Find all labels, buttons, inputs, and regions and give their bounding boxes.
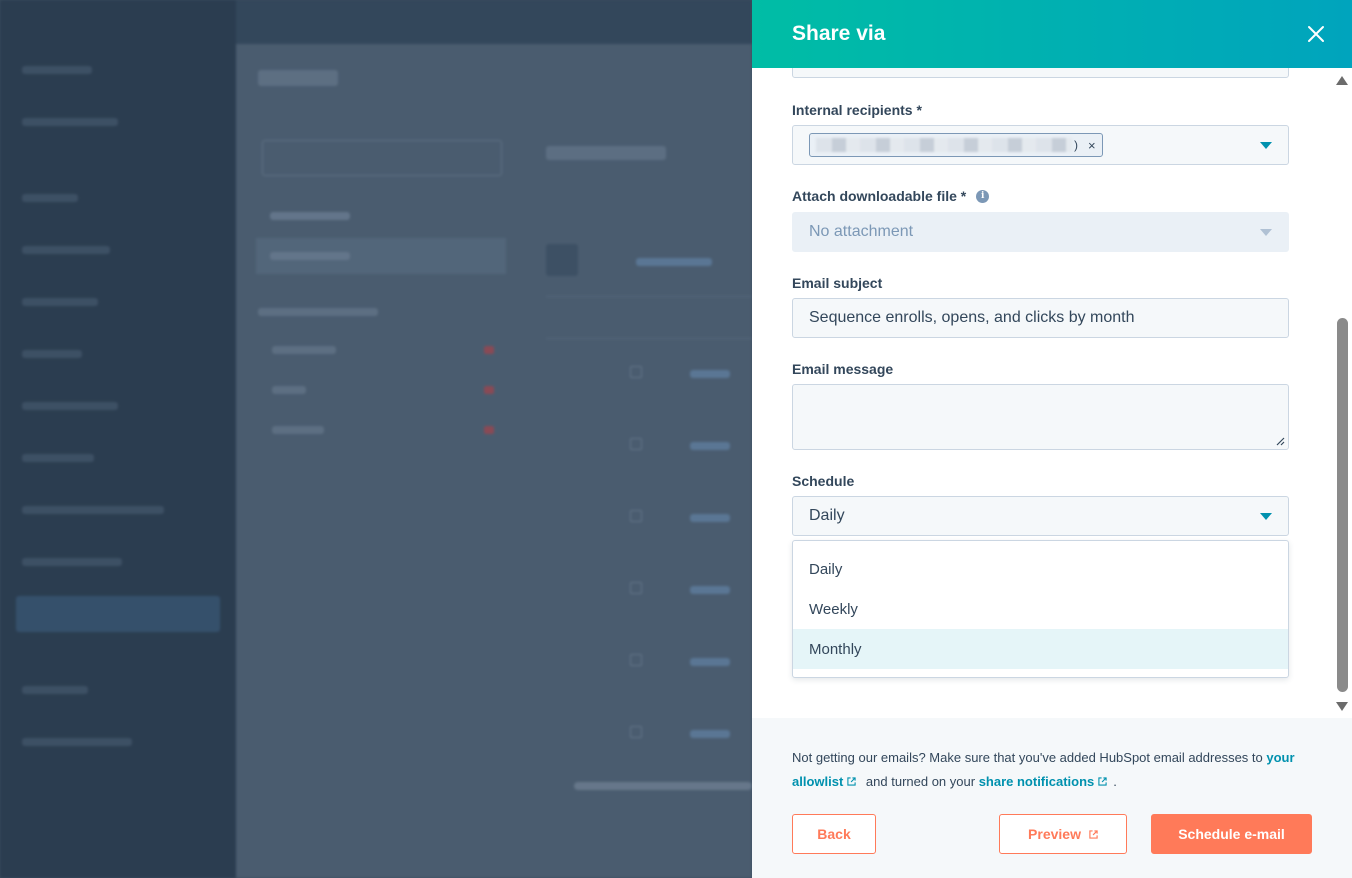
chevron-down-icon [1260, 142, 1272, 149]
panel-title: Share via [792, 22, 886, 45]
recipient-tag: ) × [809, 133, 1103, 157]
back-button[interactable]: Back [792, 814, 876, 854]
schedule-email-button[interactable]: Schedule e-mail [1151, 814, 1312, 854]
recipient-tag-redacted [816, 138, 1072, 152]
panel-scrollbar[interactable] [1336, 70, 1348, 716]
panel-body: Internal recipients * ) × Attach downloa… [752, 68, 1352, 718]
share-panel: Share via Internal recipients * ) × Atta… [752, 0, 1352, 878]
close-icon [1308, 26, 1324, 42]
schedule-option-monthly[interactable]: Monthly [793, 629, 1288, 669]
share-notifications-link[interactable]: share notifications [979, 774, 1114, 789]
schedule-option-daily[interactable]: Daily [793, 549, 1288, 589]
schedule-label: Schedule [792, 473, 855, 489]
email-message-label: Email message [792, 361, 894, 377]
internal-recipients-label: Internal recipients * [792, 102, 922, 118]
partial-field-above[interactable] [792, 68, 1289, 78]
email-subject-input[interactable]: Sequence enrolls, opens, and clicks by m… [792, 298, 1289, 338]
preview-button[interactable]: Preview [999, 814, 1127, 854]
resize-handle-icon[interactable] [1275, 436, 1285, 446]
attach-file-label: Attach downloadable file * i [792, 188, 990, 204]
schedule-option-weekly[interactable]: Weekly [793, 589, 1288, 629]
email-notice: Not getting our emails? Make sure that y… [792, 750, 1295, 789]
scroll-down-arrow-icon[interactable] [1336, 702, 1348, 711]
close-button[interactable] [1304, 22, 1328, 46]
email-subject-label: Email subject [792, 275, 883, 291]
attach-file-select[interactable]: No attachment [792, 212, 1289, 252]
external-link-icon [1098, 777, 1107, 786]
background-topbar [236, 0, 752, 44]
scrollbar-thumb[interactable] [1337, 318, 1348, 692]
chevron-down-icon [1260, 229, 1272, 236]
external-link-icon [1089, 829, 1098, 839]
scroll-up-arrow-icon[interactable] [1336, 76, 1348, 85]
panel-footer: Not getting our emails? Make sure that y… [752, 718, 1352, 878]
schedule-select[interactable]: Daily [792, 496, 1289, 536]
remove-recipient-icon[interactable]: × [1088, 138, 1096, 153]
info-icon[interactable]: i [976, 189, 990, 203]
internal-recipients-select[interactable]: ) × [792, 125, 1289, 165]
chevron-down-icon [1260, 513, 1272, 520]
external-link-icon [847, 777, 856, 786]
email-message-textarea[interactable] [792, 384, 1289, 450]
background-app [0, 0, 752, 878]
panel-header: Share via [752, 0, 1352, 68]
schedule-dropdown-menu: Daily Weekly Monthly [792, 540, 1289, 678]
background-sidebar [0, 0, 236, 878]
